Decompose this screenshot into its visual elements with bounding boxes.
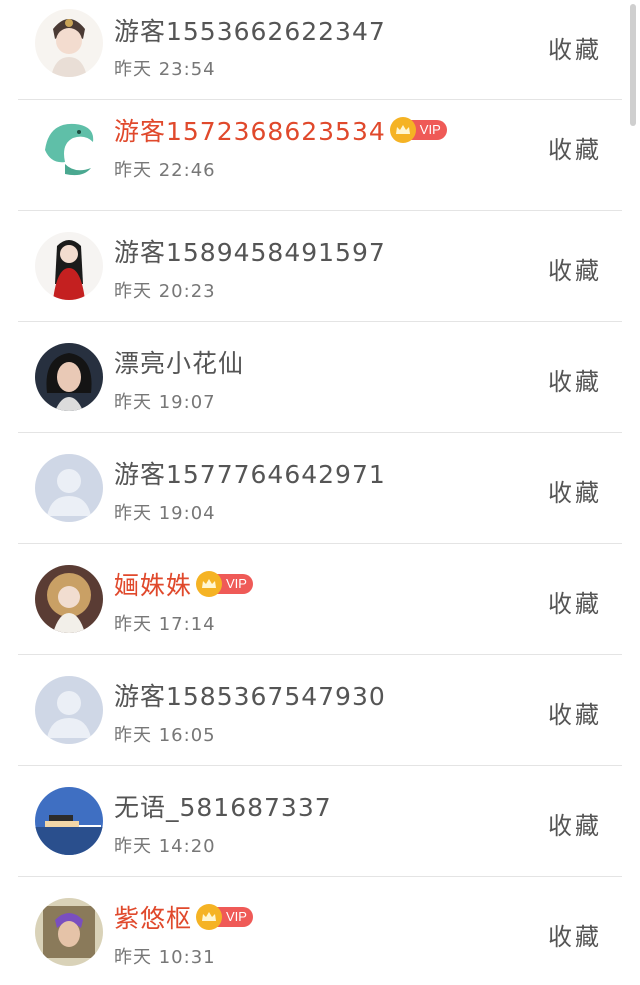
visit-time: 昨天 23:54 <box>114 59 216 80</box>
favorite-button[interactable]: 收藏 <box>548 695 602 730</box>
visit-time: 昨天 20:23 <box>114 281 216 302</box>
dolphin-avatar[interactable] <box>35 112 103 180</box>
favorite-button[interactable]: 收藏 <box>548 917 602 952</box>
list-item[interactable]: 游客1553662622347 昨天 23:54 收藏 <box>18 0 622 100</box>
visit-time: 昨天 19:07 <box>114 392 216 413</box>
favorite-button[interactable]: 收藏 <box>548 30 602 65</box>
visit-time: 昨天 19:04 <box>114 503 216 524</box>
list-item[interactable]: 游客1572368623534 VIP 昨天 22:46 收藏 <box>18 100 622 211</box>
visitor-name: 婳姝姝 VIP <box>114 566 253 602</box>
visit-time: 昨天 16:05 <box>114 725 216 746</box>
favorite-button[interactable]: 收藏 <box>548 584 602 619</box>
man-portrait-avatar[interactable] <box>35 898 103 966</box>
visitor-name: 漂亮小花仙 <box>114 349 245 378</box>
list-item[interactable]: 游客1585367547930 昨天 16:05 收藏 <box>18 655 622 766</box>
default-user-avatar[interactable] <box>35 676 103 744</box>
list-item[interactable]: 游客1577764642971 昨天 19:04 收藏 <box>18 433 622 544</box>
favorite-button[interactable]: 收藏 <box>548 130 602 165</box>
crown-icon <box>196 571 223 597</box>
visitor-name: 游客1553662622347 <box>114 17 386 46</box>
woman-headdress-avatar[interactable] <box>35 9 103 77</box>
favorite-button[interactable]: 收藏 <box>548 251 602 286</box>
visit-time: 昨天 22:46 <box>114 160 216 181</box>
visit-time: 昨天 17:14 <box>114 614 216 635</box>
list-item[interactable]: 游客1589458491597 昨天 20:23 收藏 <box>18 211 622 322</box>
visitor-name: 无语_581687337 <box>114 793 332 822</box>
list-item[interactable]: 漂亮小花仙 昨天 19:07 收藏 <box>18 322 622 433</box>
visitor-name: 游客1589458491597 <box>114 238 386 267</box>
favorite-button[interactable]: 收藏 <box>548 806 602 841</box>
red-dress-girl-avatar[interactable] <box>35 232 103 300</box>
crown-icon <box>389 117 416 143</box>
favorite-button[interactable]: 收藏 <box>548 473 602 508</box>
visitor-name: 游客1577764642971 <box>114 460 386 489</box>
vip-badge: VIP <box>196 904 253 930</box>
vip-badge: VIP <box>196 571 253 597</box>
list-item[interactable]: 无语_581687337 昨天 14:20 收藏 <box>18 766 622 877</box>
visitor-list: 游客1553662622347 昨天 23:54 收藏 游客1572368623… <box>18 0 622 985</box>
woman-portrait-avatar[interactable] <box>35 343 103 411</box>
vip-badge: VIP <box>389 117 447 143</box>
seaside-pier-avatar[interactable] <box>35 787 103 855</box>
visit-time: 昨天 14:20 <box>114 836 216 857</box>
visitor-name: 游客1572368623534 VIP <box>114 112 447 148</box>
list-item[interactable]: 紫悠枢 VIP 昨天 10:31 收藏 <box>18 877 622 985</box>
visitor-name: 紫悠枢 VIP <box>114 899 253 935</box>
default-user-avatar[interactable] <box>35 454 103 522</box>
visit-time: 昨天 10:31 <box>114 947 216 968</box>
crown-icon <box>196 904 223 930</box>
list-item[interactable]: 婳姝姝 VIP 昨天 17:14 收藏 <box>18 544 622 655</box>
favorite-button[interactable]: 收藏 <box>548 362 602 397</box>
visitor-name: 游客1585367547930 <box>114 682 386 711</box>
ornate-girl-avatar[interactable] <box>35 565 103 633</box>
scrollbar[interactable] <box>630 4 636 126</box>
